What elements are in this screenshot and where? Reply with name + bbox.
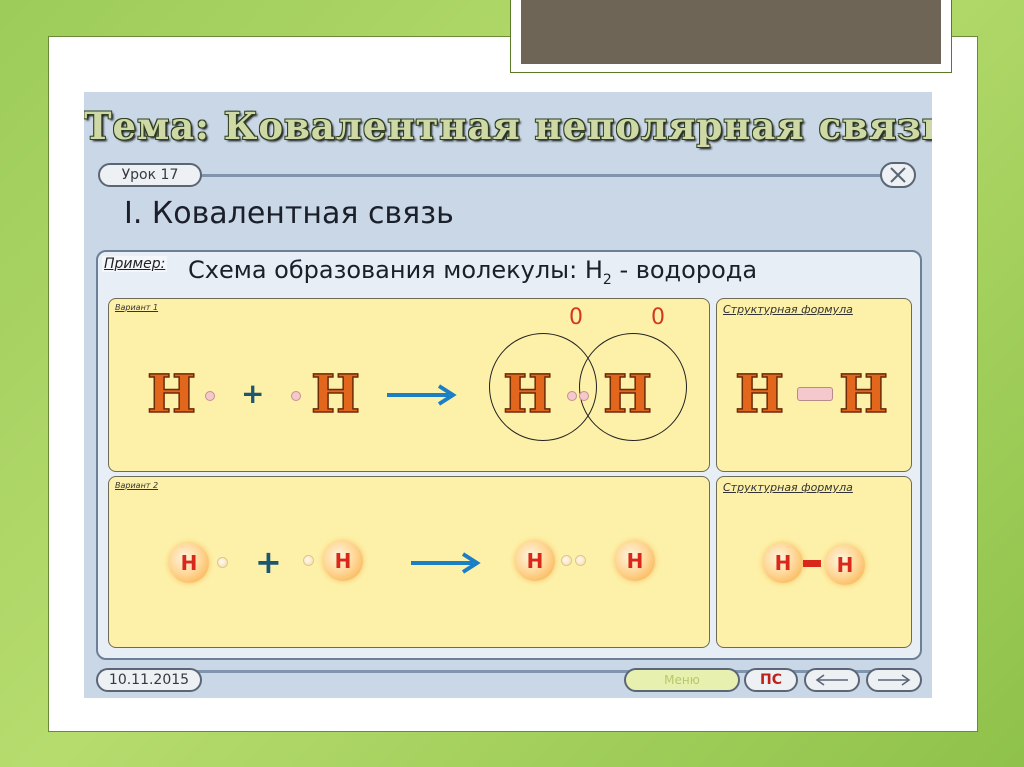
- formula-atom1: H: [763, 543, 803, 583]
- electron-dot: [567, 391, 577, 401]
- formula-atom2: H: [825, 545, 865, 585]
- formula-atom2: H: [838, 364, 889, 425]
- plus-sign: +: [241, 377, 265, 410]
- variant2-atom1: H: [169, 543, 209, 583]
- electron-dot: [303, 555, 314, 566]
- scheme-caption: Схема образования молекулы: H2 - водород…: [188, 256, 757, 288]
- formula-label: Структурная формула: [723, 481, 853, 494]
- variant1-atom1: H: [146, 364, 197, 425]
- forward-button[interactable]: [866, 668, 922, 692]
- top-tab-fill: [521, 0, 941, 64]
- electron-dot: [205, 391, 215, 401]
- electron-dot: [579, 391, 589, 401]
- variant2-product2: H: [615, 541, 655, 581]
- electron-dot: [575, 555, 586, 566]
- electron-dot: [217, 557, 228, 568]
- scheme-prefix: Схема образования молекулы: H: [188, 256, 603, 284]
- electron-dot: [291, 391, 301, 401]
- oxidation-state: 0: [651, 305, 665, 330]
- left-arrow-icon: [815, 674, 848, 686]
- electron-dot: [561, 555, 572, 566]
- variant2-formula-panel: Структурная формула H H: [716, 476, 912, 648]
- menu-button[interactable]: Меню: [624, 668, 740, 692]
- oxidation-state: 0: [569, 305, 583, 330]
- scheme-subscript: 2: [602, 271, 612, 288]
- variant1-formula-panel: Структурная формула H H: [716, 298, 912, 472]
- variant1-panel: Вариант 1 H + H 0 0 H H: [108, 298, 710, 472]
- variant2-product1: H: [515, 541, 555, 581]
- variant2-label: Вариант 2: [115, 481, 159, 490]
- scheme-suffix: - водорода: [611, 256, 758, 284]
- slide-title: Тема: Ковалентная неполярная связь.: [84, 104, 932, 148]
- top-tab: [510, 0, 952, 73]
- lesson-badge: Урок 17: [98, 163, 202, 187]
- covalent-bond: [803, 560, 821, 567]
- ps-button[interactable]: ПС: [744, 668, 798, 692]
- variant1-product1: H: [502, 364, 553, 425]
- close-button[interactable]: [880, 162, 916, 188]
- formula-atom1: H: [734, 364, 785, 425]
- variant2-panel: Вариант 2 H + H H H: [108, 476, 710, 648]
- example-label: Пример:: [102, 256, 168, 272]
- date-badge: 10.11.2015: [96, 668, 202, 692]
- right-arrow-icon: [387, 384, 457, 406]
- right-arrow-icon: [878, 674, 911, 686]
- lesson-screen: Тема: Ковалентная неполярная связь. Урок…: [84, 92, 932, 698]
- right-arrow-icon: [411, 552, 481, 574]
- variant1-atom2: H: [310, 364, 361, 425]
- back-button[interactable]: [804, 668, 860, 692]
- variant1-product2: H: [602, 364, 653, 425]
- section-heading: I. Ковалентная связь: [124, 196, 454, 231]
- covalent-bond: [797, 387, 833, 401]
- plus-sign: +: [255, 543, 282, 581]
- variant2-atom2: H: [323, 541, 363, 581]
- formula-label: Структурная формула: [723, 303, 853, 316]
- variant1-label: Вариант 1: [115, 303, 159, 312]
- header-rule: [100, 174, 916, 177]
- close-icon: [890, 167, 906, 183]
